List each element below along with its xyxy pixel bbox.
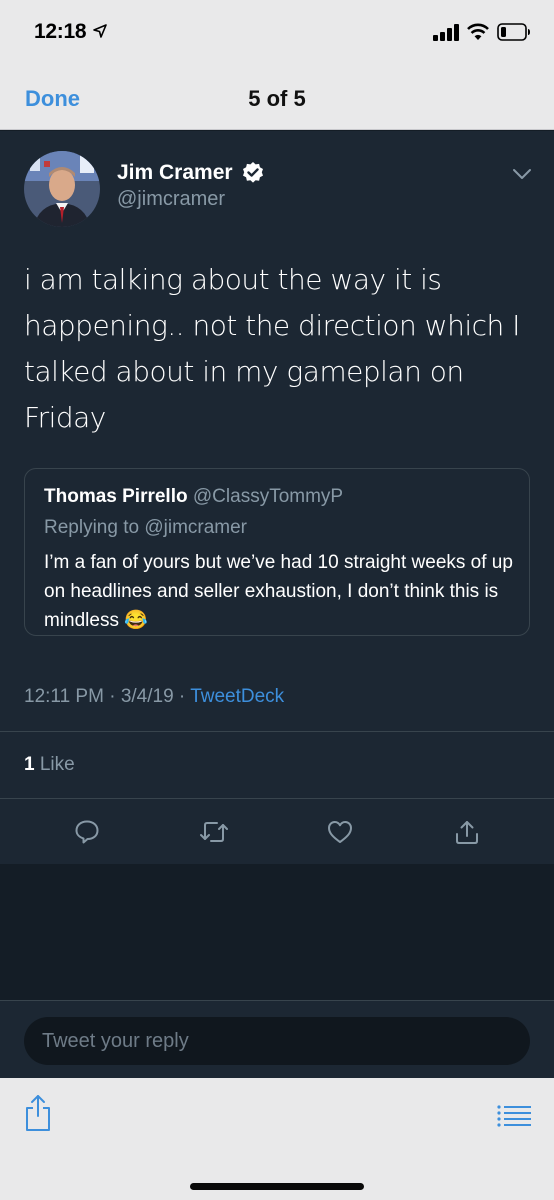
tweet-metadata: 12:11 PM · 3/4/19 · TweetDeck bbox=[24, 686, 284, 708]
list-icon[interactable] bbox=[497, 1105, 531, 1127]
status-bar: 12:18 bbox=[0, 0, 554, 64]
quoted-author-handle: @ClassyTommyP bbox=[192, 486, 344, 507]
status-time: 12:18 bbox=[34, 20, 87, 43]
author-name[interactable]: Jim Cramer bbox=[117, 161, 233, 185]
navigation-bar: Done 5 of 5 bbox=[0, 64, 554, 130]
meta-separator: · bbox=[103, 686, 121, 707]
share-icon[interactable] bbox=[454, 819, 480, 845]
wifi-icon bbox=[467, 23, 489, 40]
empty-area bbox=[0, 864, 554, 1000]
tweet-date: 3/4/19 bbox=[120, 686, 174, 707]
reply-icon[interactable] bbox=[74, 819, 100, 845]
tweet-source-link[interactable]: TweetDeck bbox=[190, 686, 284, 707]
location-arrow-icon bbox=[93, 24, 107, 38]
author-handle[interactable]: @jimcramer bbox=[117, 188, 225, 211]
chevron-down-icon[interactable] bbox=[512, 168, 532, 180]
reply-input[interactable] bbox=[24, 1017, 530, 1065]
bottom-toolbar bbox=[0, 1078, 554, 1200]
likes-count[interactable]: 1 Like bbox=[24, 754, 75, 776]
page-title: 5 of 5 bbox=[248, 86, 306, 111]
tweet-text: i am talking about the way it is happeni… bbox=[24, 263, 520, 434]
retweet-icon[interactable] bbox=[200, 819, 228, 845]
avatar[interactable] bbox=[24, 151, 100, 227]
heart-icon[interactable] bbox=[327, 819, 353, 845]
divider bbox=[0, 798, 554, 799]
share-icon[interactable] bbox=[25, 1094, 51, 1132]
likes-number: 1 bbox=[24, 754, 35, 775]
tweet-time: 12:11 PM bbox=[24, 686, 104, 707]
quoted-author-name: Thomas Pirrello bbox=[44, 486, 188, 507]
home-indicator[interactable] bbox=[190, 1183, 364, 1190]
reply-bar bbox=[0, 1000, 554, 1078]
signal-icon bbox=[433, 24, 459, 41]
quoted-tweet-author: Thomas Pirrello @ClassyTommyP bbox=[44, 486, 343, 508]
quoted-tweet[interactable]: Thomas Pirrello @ClassyTommyP Replying t… bbox=[24, 468, 530, 636]
quoted-replying-to: Replying to @jimcramer bbox=[44, 517, 248, 538]
tweet-detail: Jim Cramer @jimcramer i am talking about… bbox=[0, 131, 554, 864]
likes-label: Like bbox=[39, 754, 75, 775]
verified-icon bbox=[243, 162, 263, 183]
meta-separator: · bbox=[173, 686, 191, 707]
avatar-image bbox=[24, 151, 100, 227]
divider bbox=[0, 731, 554, 732]
quoted-tweet-text: I’m a fan of yours but we’ve had 10 stra… bbox=[44, 552, 513, 631]
battery-icon bbox=[497, 23, 530, 41]
